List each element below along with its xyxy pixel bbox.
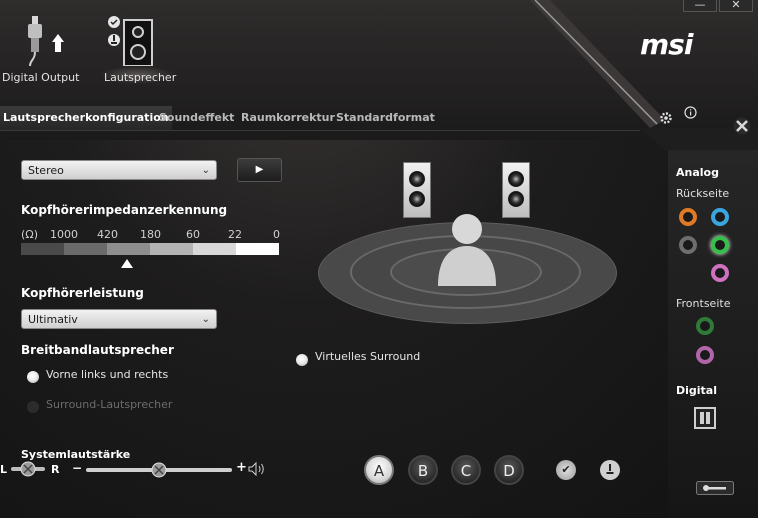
impedance-value-0: 0: [273, 228, 280, 241]
speaker-volume-icon[interactable]: [248, 462, 266, 476]
speaker-mode-select[interactable]: Stereo ⌄: [21, 160, 217, 180]
headphone-power-select[interactable]: Ultimativ ⌄: [21, 309, 217, 329]
spdif-port-icon[interactable]: [694, 407, 716, 429]
speaker-device-icon[interactable]: [104, 14, 156, 66]
system-volume-heading: Systemlautstärke: [21, 448, 131, 461]
volume-plus-icon[interactable]: +: [236, 460, 247, 475]
minimize-button[interactable]: —: [683, 0, 717, 12]
impedance-heading: Kopfhörerimpedanzerkennung: [21, 203, 228, 217]
jack-back-pink[interactable]: [711, 264, 729, 282]
profile-b-button[interactable]: B: [408, 455, 438, 485]
fullrange-heading: Breitbandlautsprecher: [21, 343, 174, 357]
jack-front-green[interactable]: [696, 317, 714, 335]
impedance-value-180: 180: [140, 228, 161, 241]
front-panel-label: Frontseite: [676, 297, 731, 310]
headphone-power-value: Ultimativ: [28, 313, 78, 326]
listener-avatar-icon: [438, 214, 496, 286]
radio-virtual-surround[interactable]: [296, 354, 308, 366]
profile-c-button[interactable]: C: [451, 455, 481, 485]
wrench-settings-icon[interactable]: [696, 481, 734, 495]
confirm-check-icon[interactable]: ✔: [556, 460, 576, 480]
impedance-value-60: 60: [186, 228, 200, 241]
tab-lautsprecherkonfiguration[interactable]: Lautsprecherkonfiguration: [0, 106, 172, 130]
balance-slider[interactable]: [10, 461, 46, 477]
impedance-value-22: 22: [228, 228, 242, 241]
info-icon[interactable]: [684, 106, 697, 119]
impedance-unit: (Ω): [21, 228, 38, 241]
volume-minus-icon[interactable]: −: [72, 461, 82, 475]
tab-divider: [0, 130, 640, 131]
virtual-surround-label[interactable]: Virtuelles Surround: [315, 350, 420, 363]
gear-icon[interactable]: [659, 111, 673, 125]
header-light-streak: [530, 0, 758, 150]
chevron-down-icon: ⌄: [201, 314, 210, 325]
speaker-front-left[interactable]: [403, 162, 431, 218]
jack-panel: [668, 150, 758, 518]
impedance-value-420: 420: [97, 228, 118, 241]
impedance-scale-bar: [21, 243, 279, 255]
profile-d-button[interactable]: D: [494, 455, 524, 485]
option-front-left-right-label[interactable]: Vorne links und rechts: [46, 368, 168, 381]
jack-front-pink[interactable]: [696, 346, 714, 364]
option-surround-speakers-label: Surround-Lautsprecher: [46, 398, 173, 411]
tab-bar: Lautsprecherkonfiguration Soundeffekt Ra…: [0, 106, 640, 130]
msi-logo: msi: [640, 28, 693, 61]
jack-back-blue[interactable]: [711, 208, 729, 226]
balance-right-label: R: [51, 463, 60, 476]
play-test-button[interactable]: ▶: [237, 158, 282, 182]
radio-surround-speakers: [27, 401, 39, 413]
tab-soundeffekt[interactable]: Soundeffekt: [156, 106, 237, 130]
balance-left-label: L: [0, 463, 8, 476]
tab-raumkorrektur[interactable]: Raumkorrektur: [238, 106, 338, 130]
radio-front-left-right[interactable]: [27, 371, 39, 383]
device-label-lautsprecher[interactable]: Lautsprecher: [104, 71, 176, 84]
volume-slider-thumb[interactable]: [151, 462, 167, 478]
close-button[interactable]: ✕: [719, 0, 753, 12]
digital-output-plug-icon[interactable]: [22, 14, 64, 66]
speaker-mode-value: Stereo: [28, 164, 64, 177]
analog-heading: Analog: [676, 166, 719, 179]
jack-back-orange[interactable]: [679, 208, 697, 226]
headphone-power-heading: Kopfhörerleistung: [21, 286, 144, 300]
back-panel-label: Rückseite: [676, 187, 730, 200]
impedance-marker-icon: [121, 259, 133, 268]
tools-icon[interactable]: [733, 117, 751, 135]
digital-heading: Digital: [676, 384, 717, 397]
jack-back-green[interactable]: [711, 236, 729, 254]
chevron-down-icon: ⌄: [201, 165, 210, 176]
jack-back-gray[interactable]: [679, 236, 697, 254]
speaker-front-right[interactable]: [502, 162, 530, 218]
device-label-digital-output[interactable]: Digital Output: [2, 71, 79, 84]
reset-icon[interactable]: [600, 460, 620, 480]
profile-a-button[interactable]: A: [364, 455, 394, 485]
audio-manager-window: — ✕ msi Digital Output Lautsprecher Laut…: [0, 0, 758, 518]
impedance-value-1000: 1000: [50, 228, 78, 241]
tab-standardformat[interactable]: Standardformat: [333, 106, 438, 130]
